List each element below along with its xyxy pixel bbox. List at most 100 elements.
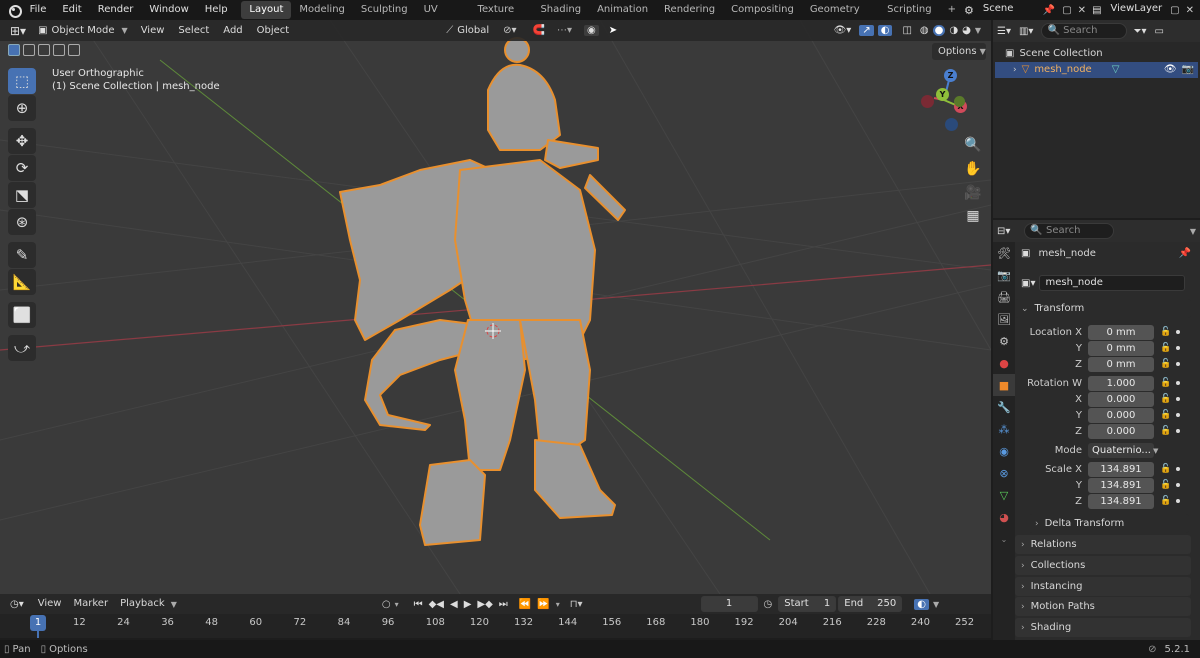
add-workspace-button[interactable]: + bbox=[940, 1, 964, 19]
keyframe-dot-icon[interactable] bbox=[1176, 362, 1180, 366]
shading-options-chevron-icon[interactable]: ▼ bbox=[975, 26, 981, 35]
keyframe-dot-icon[interactable] bbox=[1176, 381, 1180, 385]
select-box-tool-icon[interactable]: ⬚ bbox=[8, 68, 36, 94]
keyframe-dot-icon[interactable] bbox=[1176, 499, 1180, 503]
location-x-field[interactable]: 0 mm bbox=[1088, 324, 1154, 340]
gizmo-y-axis[interactable]: Y bbox=[936, 88, 949, 101]
motion-paths-panel[interactable]: › Motion Paths bbox=[1015, 597, 1191, 616]
editor-type-icon[interactable]: ⊞▾ bbox=[10, 24, 26, 38]
lock-icon[interactable]: 🔓 bbox=[1160, 327, 1171, 337]
jump-end-icon[interactable]: ⏭ bbox=[499, 599, 508, 610]
keyframe-dot-icon[interactable] bbox=[1176, 330, 1180, 334]
properties-editor-type-icon[interactable]: ⊟▾ bbox=[997, 226, 1010, 237]
lock-icon[interactable]: 🔓 bbox=[1160, 378, 1171, 388]
keyframe-dot-icon[interactable] bbox=[1176, 346, 1180, 350]
playback-options-icon[interactable]: ⊓▾ bbox=[570, 599, 583, 610]
gizmo-neg-z-axis[interactable] bbox=[945, 118, 958, 131]
lock-icon[interactable]: 🔓 bbox=[1160, 394, 1171, 404]
rotation-x-field[interactable]: 0.000 bbox=[1088, 391, 1154, 407]
gizmo-neg-y-axis[interactable] bbox=[954, 96, 965, 107]
visibility-icon[interactable]: 👁▾ bbox=[834, 25, 852, 36]
new-view-layer-icon[interactable]: ▢ bbox=[1170, 5, 1179, 16]
overlay-toggle-icon[interactable]: ◐ bbox=[877, 25, 893, 36]
tabs-more-chevron-icon[interactable]: ⌄ bbox=[993, 528, 1015, 550]
3d-viewport[interactable]: ⊞▾ ▣ Object Mode ▼ View Select Add Objec… bbox=[0, 20, 991, 594]
navigation-gizmo[interactable]: Z Y X bbox=[918, 68, 974, 131]
constraints-tab-icon[interactable]: ⊗ bbox=[993, 462, 1015, 484]
filter-icon[interactable]: ⏷▾ bbox=[1133, 26, 1146, 37]
outliner-search-input[interactable]: 🔍 Search bbox=[1041, 23, 1128, 39]
keying-chevron-icon[interactable]: ▾ bbox=[395, 600, 399, 609]
transform-tool-icon[interactable]: ⊛ bbox=[8, 209, 36, 235]
scale-y-field[interactable]: 134.891 bbox=[1088, 477, 1154, 493]
select-extend-icon[interactable] bbox=[23, 44, 35, 56]
scene-icon[interactable]: ⚙ bbox=[964, 4, 974, 17]
view-layer-selector[interactable]: ViewLayer bbox=[1105, 2, 1168, 18]
proportional-editing-icon[interactable]: ◉ bbox=[584, 25, 599, 36]
keyframe-dot-icon[interactable] bbox=[1176, 429, 1180, 433]
location-y-field[interactable]: 0 mm bbox=[1088, 340, 1154, 356]
physics-tab-icon[interactable]: ◉ bbox=[993, 440, 1015, 462]
new-scene-icon[interactable]: ▢ bbox=[1062, 5, 1071, 16]
frame-ruler[interactable]: 1 12 24 36 48 60 72 84 96 108 120 132 144 156 168 180 1… bbox=[0, 614, 991, 638]
scene-tab-icon[interactable]: ⚙ bbox=[993, 330, 1015, 352]
shading-solid-icon[interactable]: ● bbox=[932, 25, 946, 36]
selected-mesh-object[interactable] bbox=[339, 37, 626, 546]
gizmo-z-axis[interactable]: Z bbox=[944, 69, 957, 82]
select-new-icon[interactable] bbox=[8, 44, 20, 56]
pin-icon[interactable]: 📌 bbox=[1043, 5, 1055, 16]
play-icon[interactable]: ▶ bbox=[464, 599, 472, 610]
instancing-panel[interactable]: › Instancing bbox=[1015, 577, 1191, 596]
rotation-mode-dropdown[interactable]: Quaternio... ▼ bbox=[1088, 442, 1158, 458]
pivot-point-icon[interactable]: ⊘▾ bbox=[503, 25, 516, 36]
object-tab-icon[interactable]: ■ bbox=[993, 374, 1015, 396]
workspace-tab-compositing[interactable]: Compositing bbox=[723, 1, 802, 19]
scale-z-field[interactable]: 134.891 bbox=[1088, 493, 1154, 509]
workspace-tab-scripting[interactable]: Scripting bbox=[879, 1, 939, 19]
view-layer-tab-icon[interactable]: 🖼 bbox=[993, 308, 1015, 330]
expand-chevron-icon[interactable]: › bbox=[1013, 62, 1017, 78]
add-cube-tool-icon[interactable]: ⬜ bbox=[8, 302, 36, 328]
next-marker-icon[interactable]: ⏩ bbox=[537, 599, 549, 610]
shading-rendered-icon[interactable]: ◕ bbox=[962, 25, 971, 36]
start-frame-field[interactable]: Start 1 bbox=[778, 596, 837, 612]
lock-icon[interactable]: 🔓 bbox=[1160, 464, 1171, 474]
scale-x-field[interactable]: 134.891 bbox=[1088, 461, 1154, 477]
tool-tab-icon[interactable]: 🛠 bbox=[993, 242, 1015, 264]
relations-panel[interactable]: › Relations bbox=[1015, 535, 1191, 554]
shading-panel[interactable]: › Shading bbox=[1015, 618, 1191, 637]
world-tab-icon[interactable]: ● bbox=[993, 352, 1015, 374]
current-frame-field[interactable]: 1 bbox=[700, 596, 758, 612]
delete-view-layer-icon[interactable]: ✕ bbox=[1186, 5, 1194, 16]
ortho-grid-icon[interactable]: ▦ bbox=[962, 205, 984, 227]
lock-icon[interactable]: 🔓 bbox=[1160, 480, 1171, 490]
gizmo-toggle-icon[interactable]: ↗ bbox=[859, 25, 874, 36]
transform-orientation-dropdown[interactable]: Global bbox=[453, 20, 493, 41]
shading-material-icon[interactable]: ◑ bbox=[949, 25, 958, 36]
blender-logo-icon[interactable] bbox=[6, 3, 22, 18]
select-subtract-icon[interactable] bbox=[38, 44, 50, 56]
playback-chevron-icon[interactable]: ▼ bbox=[171, 600, 177, 609]
prev-marker-icon[interactable]: ⏪ bbox=[519, 599, 531, 610]
rotation-y-field[interactable]: 0.000 bbox=[1088, 407, 1154, 423]
cursor-tool-icon[interactable]: ⊕ bbox=[8, 95, 36, 121]
menu-file[interactable]: File bbox=[22, 0, 55, 20]
viewport-menu-view[interactable]: View bbox=[134, 20, 172, 41]
jump-start-icon[interactable]: ⏮ bbox=[414, 599, 423, 610]
timeline-menu-view[interactable]: View bbox=[32, 594, 68, 614]
scene-selector[interactable]: Scene bbox=[977, 2, 1039, 18]
snap-target-icon[interactable]: ⋯▾ bbox=[557, 25, 572, 36]
timeline-menu-marker[interactable]: Marker bbox=[67, 594, 114, 614]
display-mode-icon[interactable]: ▥▾ bbox=[1019, 26, 1033, 37]
keyframe-dot-icon[interactable] bbox=[1176, 483, 1180, 487]
workspace-tab-modeling[interactable]: Modeling bbox=[291, 1, 353, 19]
measure-tool-icon[interactable]: 📐 bbox=[8, 269, 36, 295]
viewport-scene[interactable] bbox=[0, 20, 991, 594]
visibility-eye-icon[interactable]: 👁 bbox=[1164, 62, 1177, 78]
lock-icon[interactable]: 🔓 bbox=[1160, 410, 1171, 420]
workspace-tab-uv-editing[interactable]: UV Editing bbox=[416, 1, 470, 33]
outliner-editor-type-icon[interactable]: ☰▾ bbox=[997, 26, 1011, 37]
next-keyframe-icon[interactable]: ▶◆ bbox=[477, 599, 492, 610]
object-type-icon[interactable]: ▣▾ bbox=[1021, 278, 1035, 289]
keyframe-dot-icon[interactable] bbox=[1176, 467, 1180, 471]
